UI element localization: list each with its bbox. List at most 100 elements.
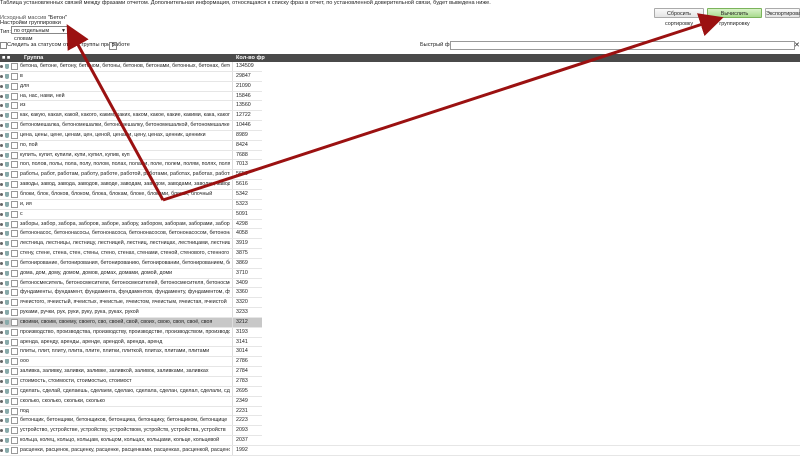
row-checkbox[interactable]	[11, 210, 18, 218]
close-icon[interactable]: ✕	[794, 41, 800, 49]
shield-icon[interactable]	[5, 398, 9, 404]
row-checkbox[interactable]	[11, 338, 18, 346]
expand-icon[interactable]	[0, 84, 3, 88]
row-checkbox[interactable]	[11, 378, 18, 385]
shield-icon[interactable]	[5, 142, 9, 148]
expand-icon[interactable]	[0, 222, 3, 226]
shield-icon[interactable]	[5, 349, 9, 355]
expand-icon[interactable]	[0, 252, 3, 256]
shield-icon[interactable]	[5, 270, 9, 276]
shield-icon[interactable]	[5, 201, 9, 207]
row-checkbox[interactable]	[11, 328, 18, 336]
shield-icon[interactable]	[5, 251, 9, 257]
shield-icon[interactable]	[5, 280, 9, 286]
row-checkbox[interactable]	[11, 259, 18, 267]
col-group-header[interactable]: Группа	[24, 54, 43, 62]
expand-icon[interactable]	[0, 281, 3, 285]
shield-icon[interactable]	[5, 191, 9, 197]
row-checkbox[interactable]	[11, 82, 18, 90]
row-checkbox[interactable]	[11, 279, 18, 287]
shield-icon[interactable]	[5, 231, 9, 237]
expand-icon[interactable]	[0, 183, 3, 187]
shield-icon[interactable]	[5, 113, 9, 119]
table-row[interactable]: кольца, колец, кольцо, кольцам, кольцом,…	[0, 436, 800, 446]
row-checkbox[interactable]	[11, 387, 18, 395]
shield-icon[interactable]	[5, 211, 9, 217]
row-checkbox[interactable]	[11, 309, 18, 317]
expand-icon[interactable]	[0, 419, 3, 423]
row-checkbox[interactable]	[11, 102, 18, 110]
row-checkbox[interactable]	[11, 72, 18, 80]
row-checkbox[interactable]	[11, 427, 18, 435]
shield-icon[interactable]	[5, 319, 9, 325]
expand-icon[interactable]	[0, 389, 3, 393]
shield-icon[interactable]	[5, 369, 9, 375]
expand-icon[interactable]	[0, 350, 3, 354]
row-checkbox[interactable]	[11, 92, 18, 100]
shield-icon[interactable]	[5, 162, 9, 168]
row-checkbox[interactable]	[11, 407, 18, 415]
row-checkbox[interactable]	[11, 200, 18, 208]
expand-icon[interactable]	[0, 74, 3, 78]
shield-icon[interactable]	[5, 83, 9, 89]
expand-icon[interactable]	[0, 399, 3, 403]
expand-icon[interactable]	[0, 65, 3, 68]
row-checkbox[interactable]	[11, 368, 18, 376]
row-checkbox[interactable]	[11, 358, 18, 366]
row-checkbox[interactable]	[11, 230, 18, 238]
shield-icon[interactable]	[5, 221, 9, 227]
expand-icon[interactable]	[0, 340, 3, 344]
shield-icon[interactable]	[5, 388, 9, 394]
expand-icon[interactable]	[0, 143, 3, 147]
quick-filter-input[interactable]	[450, 41, 795, 50]
row-checkbox[interactable]	[11, 348, 18, 356]
expand-icon[interactable]	[0, 173, 3, 177]
select-all-icon[interactable]: ■ ■	[2, 54, 10, 62]
expand-icon[interactable]	[0, 271, 3, 275]
track-status-checkbox[interactable]	[0, 42, 7, 49]
shield-icon[interactable]	[5, 339, 9, 345]
row-checkbox[interactable]	[11, 240, 18, 248]
expand-icon[interactable]	[0, 320, 3, 324]
expand-icon[interactable]	[0, 232, 3, 236]
row-checkbox[interactable]	[11, 171, 18, 179]
row-checkbox[interactable]	[11, 122, 18, 130]
expand-icon[interactable]	[0, 114, 3, 118]
shield-icon[interactable]	[5, 300, 9, 306]
row-checkbox[interactable]	[11, 190, 18, 198]
row-checkbox[interactable]	[11, 141, 18, 149]
shield-icon[interactable]	[5, 329, 9, 335]
row-checkbox[interactable]	[11, 63, 18, 70]
expand-icon[interactable]	[0, 104, 3, 108]
shield-icon[interactable]	[5, 182, 9, 188]
shield-icon[interactable]	[5, 93, 9, 99]
expand-icon[interactable]	[0, 202, 3, 206]
expand-icon[interactable]	[0, 163, 3, 167]
shield-icon[interactable]	[5, 408, 9, 414]
expand-icon[interactable]	[0, 370, 3, 374]
expand-icon[interactable]	[0, 153, 3, 157]
row-checkbox[interactable]	[11, 161, 18, 169]
shield-icon[interactable]	[5, 379, 9, 384]
shield-icon[interactable]	[5, 241, 9, 247]
expand-icon[interactable]	[0, 409, 3, 413]
expand-icon[interactable]	[0, 242, 3, 246]
row-checkbox[interactable]	[11, 269, 18, 277]
expand-icon[interactable]	[0, 330, 3, 334]
shield-icon[interactable]	[5, 123, 9, 129]
row-checkbox[interactable]	[11, 151, 18, 159]
expand-icon[interactable]	[0, 380, 3, 383]
expand-icon[interactable]	[0, 439, 3, 443]
row-checkbox[interactable]	[11, 318, 18, 326]
shield-icon[interactable]	[5, 310, 9, 316]
shield-icon[interactable]	[5, 359, 9, 365]
row-checkbox[interactable]	[11, 250, 18, 258]
expand-icon[interactable]	[0, 192, 3, 196]
expand-icon[interactable]	[0, 291, 3, 295]
row-checkbox[interactable]	[11, 220, 18, 228]
expand-icon[interactable]	[0, 448, 3, 452]
table-row[interactable]: расценки, расценок, расценку, расценке, …	[0, 445, 800, 456]
expand-icon[interactable]	[0, 301, 3, 305]
export-button[interactable]: Экспортировать	[765, 8, 800, 18]
help-icon[interactable]: ?	[109, 42, 117, 50]
